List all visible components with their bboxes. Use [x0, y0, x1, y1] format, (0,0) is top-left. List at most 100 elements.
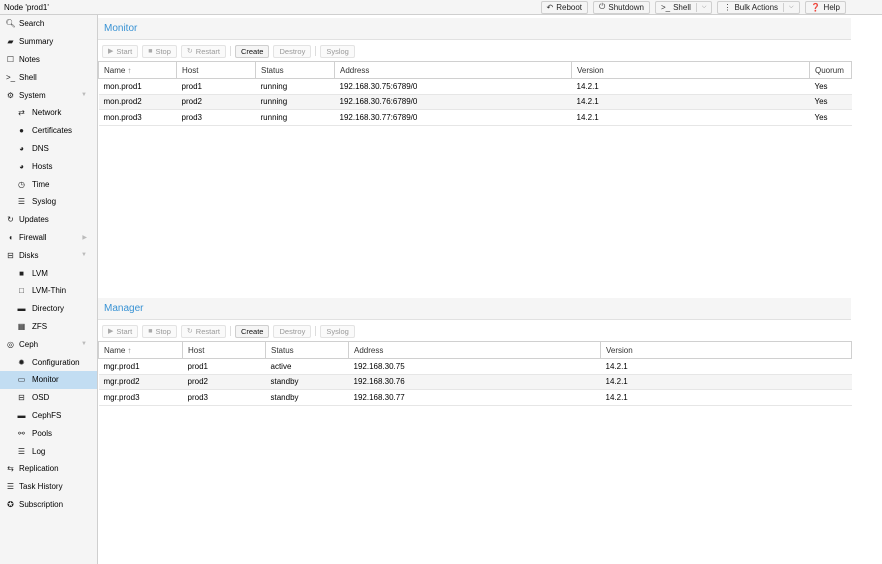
table-row[interactable]: mgr.prod1 prod1 active 192.168.30.75 14.…: [98, 358, 852, 375]
shutdown-label: Shutdown: [608, 2, 644, 12]
sidebar-item-dns[interactable]: ◕ DNS: [0, 140, 97, 158]
retweet-icon: ⇆: [7, 464, 14, 474]
sidebar-item-monitor[interactable]: ▭ Monitor: [0, 370, 97, 389]
sidebar-item-firewall[interactable]: ◖ Firewall ▶: [0, 229, 97, 247]
terminal-icon: >_: [660, 2, 671, 12]
cell-name: mon.prod1: [98, 78, 177, 95]
chevron-right-icon[interactable]: ▶: [82, 234, 87, 241]
stop-button[interactable]: ■ Stop: [142, 44, 177, 58]
column-header-status[interactable]: Status: [265, 341, 349, 359]
exchange-icon: ⇄: [18, 108, 25, 118]
column-header-address[interactable]: Address: [348, 341, 601, 359]
stop-button[interactable]: ■ Stop: [142, 324, 177, 338]
column-header-quorum[interactable]: Quorum: [809, 61, 852, 79]
globe-icon: ◕: [19, 143, 24, 153]
sidebar-item-replication[interactable]: ⇆ Replication: [0, 460, 97, 478]
cell-address: 192.168.30.76: [348, 374, 601, 390]
create-button[interactable]: Create: [234, 44, 270, 58]
cell-quorum: Yes: [809, 78, 852, 95]
cell-name: mon.prod3: [98, 109, 177, 126]
shutdown-button[interactable]: ⏻ Shutdown: [593, 0, 650, 14]
cell-host: prod2: [182, 374, 266, 390]
start-button[interactable]: ▶ Start: [102, 44, 139, 58]
sidebar-item-time[interactable]: ◷ Time: [0, 175, 97, 193]
column-header-host[interactable]: Host: [182, 341, 266, 359]
destroy-button[interactable]: Destroy: [273, 44, 312, 58]
column-header-version[interactable]: Version: [571, 61, 810, 79]
sidebar-item-ceph[interactable]: ◎ Ceph ▼: [0, 335, 97, 353]
square-outline-icon: □: [19, 286, 24, 296]
sidebar-item-shell[interactable]: >_ Shell: [0, 68, 97, 86]
column-header-version[interactable]: Version: [600, 341, 852, 359]
sort-up-icon: ↑: [127, 65, 132, 75]
sidebar-item-directory[interactable]: ▬ Directory: [0, 300, 97, 318]
sidebar-item-syslog[interactable]: ☰ Syslog: [0, 193, 97, 211]
sidebar-item-system[interactable]: ⚙ System ▼: [0, 86, 97, 104]
table-row[interactable]: mon.prod1 prod1 running 192.168.30.75:67…: [98, 78, 852, 95]
column-header-name[interactable]: Name ↑: [98, 61, 177, 79]
syslog-button[interactable]: Syslog: [320, 44, 355, 58]
sidebar-item-lvm-thin[interactable]: □ LVM-Thin: [0, 282, 97, 300]
stop-icon: ■: [148, 327, 153, 335]
chevron-down-icon[interactable]: ⌵: [789, 4, 794, 11]
chevron-down-icon[interactable]: ▼: [81, 252, 87, 258]
sidebar-item-cephfs[interactable]: ▬ CephFS: [0, 407, 97, 425]
undo-icon: ↶: [546, 2, 554, 12]
sidebar-item-configuration[interactable]: ✹ Configuration: [0, 353, 97, 371]
start-button[interactable]: ▶ Start: [102, 324, 139, 338]
restart-button[interactable]: ↻ Restart: [180, 324, 226, 338]
sidebar-item-osd[interactable]: ⊟ OSD: [0, 389, 97, 407]
shell-button[interactable]: >_ Shell ⌵: [654, 0, 713, 14]
cell-quorum: Yes: [809, 109, 852, 126]
cogs-icon: ⚙: [6, 90, 15, 100]
column-header-address[interactable]: Address: [334, 61, 572, 79]
chevron-down-icon[interactable]: ▼: [81, 92, 87, 98]
sidebar-item-network[interactable]: ⇄ Network: [0, 104, 97, 122]
sidebar-item-log[interactable]: ☰ Log: [0, 442, 97, 460]
sidebar-item-summary[interactable]: ▰ Summary: [0, 33, 97, 51]
sidebar-item-notes[interactable]: ☐ Notes: [0, 51, 97, 69]
cell-version: 14.2.1: [600, 374, 852, 390]
syslog-button[interactable]: Syslog: [320, 324, 355, 338]
list-icon: ☰: [17, 197, 26, 207]
bulk-actions-button[interactable]: ⋮ Bulk Actions ⌵: [717, 0, 800, 14]
sidebar-item-lvm[interactable]: ■ LVM: [0, 264, 97, 282]
monitor-panel: Monitor ▶ Start ■ Stop ↻ Restart Create Des…: [98, 18, 852, 126]
sidebar: 🔍︎ Search ▰ Summary ☐ Notes >_ Shell ⚙ System…: [0, 15, 98, 564]
help-button[interactable]: ❓ Help: [804, 0, 846, 14]
sidebar-item-certificates[interactable]: ● Certificates: [0, 122, 97, 140]
shield-icon: ◖: [8, 232, 13, 242]
column-header-host[interactable]: Host: [176, 61, 256, 79]
stop-icon: ■: [148, 47, 153, 55]
bulk-actions-label: Bulk Actions: [734, 2, 779, 12]
chevron-down-icon[interactable]: ▼: [81, 341, 87, 347]
sidebar-item-search[interactable]: 🔍︎ Search: [0, 15, 97, 33]
table-row[interactable]: mon.prod2 prod2 running 192.168.30.76:67…: [98, 94, 852, 110]
shell-label: Shell: [673, 2, 691, 12]
restart-button[interactable]: ↻ Restart: [180, 44, 226, 58]
help-label: Help: [823, 2, 840, 12]
table-row[interactable]: mgr.prod2 prod2 standby 192.168.30.76 14…: [98, 374, 852, 390]
table-row[interactable]: mgr.prod3 prod3 standby 192.168.30.77 14…: [98, 389, 852, 406]
sidebar-item-hosts[interactable]: ◕ Hosts: [0, 157, 97, 175]
destroy-button[interactable]: Destroy: [273, 324, 312, 338]
reboot-button[interactable]: ↶ Reboot: [540, 0, 589, 14]
desktop-icon: ▭: [17, 375, 26, 385]
sidebar-item-pools[interactable]: ⚯ Pools: [0, 424, 97, 442]
sidebar-item-disks[interactable]: ⊟ Disks ▼: [0, 246, 97, 264]
manager-panel-header: Manager: [98, 298, 851, 320]
sidebar-item-updates[interactable]: ↻ Updates: [0, 211, 97, 229]
note-icon: ☐: [6, 54, 15, 64]
monitor-table: Name ↑ Host Status Address Version Quorum…: [98, 61, 852, 126]
power-icon: ⏻: [599, 2, 606, 11]
sidebar-item-zfs[interactable]: ▦ ZFS: [0, 318, 97, 336]
column-header-status[interactable]: Status: [255, 61, 335, 79]
sidebar-item-subscription[interactable]: ✪ Subscription: [0, 496, 97, 514]
table-header-row: Name ↑ Host Status Address Version Quorum: [98, 61, 852, 79]
sidebar-item-task-history[interactable]: ☰ Task History: [0, 478, 97, 496]
chevron-down-icon[interactable]: ⌵: [702, 4, 707, 11]
node-title: Node 'prod1': [4, 3, 49, 12]
column-header-name[interactable]: Name ↑: [98, 341, 183, 359]
table-row[interactable]: mon.prod3 prod3 running 192.168.30.77:67…: [98, 109, 852, 126]
create-button[interactable]: Create: [234, 324, 270, 338]
